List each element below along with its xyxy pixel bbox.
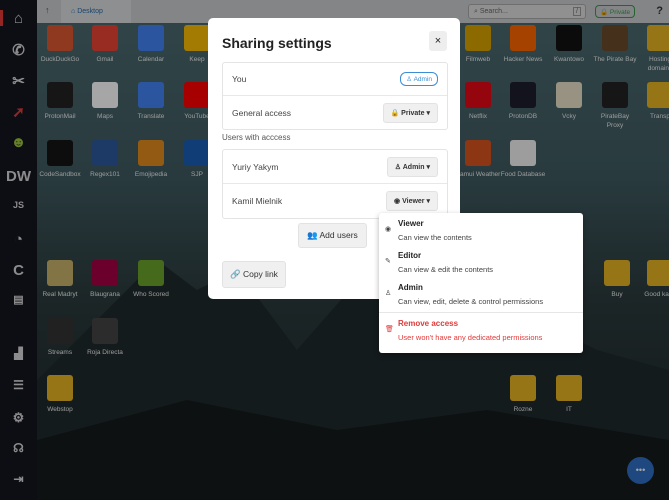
you-row: You ♙ Admin xyxy=(223,63,447,96)
you-role: Admin xyxy=(413,76,432,83)
menu-item-desc: User won't have any dedicated permission… xyxy=(398,333,543,342)
you-label: You xyxy=(232,74,247,84)
menu-item-viewer[interactable]: ◉ Viewer Can view the contents xyxy=(379,213,583,245)
menu-item-title: Admin xyxy=(398,283,423,292)
access-card: You ♙ Admin General access 🔒 Private ▾ xyxy=(222,62,448,130)
menu-item-remove-access[interactable]: 🗑 Remove access User won't have any dedica… xyxy=(379,313,583,345)
menu-item-desc: Can view the contents xyxy=(398,233,472,242)
close-button[interactable]: × xyxy=(429,31,447,51)
eye-icon: ◉ xyxy=(394,198,401,205)
user-role-dropdown[interactable]: ◉ Viewer ▾ xyxy=(386,191,438,211)
add-users-button[interactable]: 👥 Add users xyxy=(298,223,367,248)
user-role-dropdown[interactable]: ♙ Admin ▾ xyxy=(386,156,438,177)
users-card: Yuriy Yakym ♙ Admin ▾ Kamil Mielnik ◉ View… xyxy=(222,149,448,219)
menu-item-desc: Can view, edit, delete & control permiss… xyxy=(398,297,544,306)
menu-item-editor[interactable]: ✎ Editor Can view & edit the contents xyxy=(379,245,583,277)
user-role: Viewer xyxy=(402,198,425,205)
general-access-dropdown[interactable]: 🔒 Private ▾ xyxy=(382,102,438,123)
eye-icon: ◉ xyxy=(385,226,392,233)
copy-link-label: Copy link xyxy=(242,269,278,279)
link-icon: 🔗 xyxy=(230,269,241,279)
dialog-title: Sharing settings xyxy=(222,35,332,51)
pencil-icon: ✎ xyxy=(385,258,391,265)
role-dropdown-menu: ◉ Viewer Can view the contents ✎ Editor Can … xyxy=(379,213,583,353)
user-row: Yuriy Yakym ♙ Admin ▾ xyxy=(223,150,447,184)
user-name: Kamil Mielnik xyxy=(232,196,283,206)
menu-item-title: Editor xyxy=(398,251,422,260)
user-role: Admin xyxy=(402,163,425,171)
users-icon: 👥 xyxy=(307,230,318,240)
you-role-badge: ♙ Admin xyxy=(400,72,438,86)
users-heading: Users with acccess xyxy=(222,133,291,142)
user-name: Yuriy Yakym xyxy=(232,161,279,172)
admin-icon: ♙ xyxy=(385,290,392,297)
general-access-row: General access 🔒 Private ▾ xyxy=(223,96,447,129)
menu-item-title: Viewer xyxy=(398,219,424,228)
menu-item-desc: Can view & edit the contents xyxy=(398,265,494,274)
add-users-label: Add users xyxy=(319,230,358,240)
menu-item-title: Remove access xyxy=(398,319,459,328)
general-access-label: General access xyxy=(232,107,292,118)
copy-link-button[interactable]: 🔗 Copy link xyxy=(222,261,286,288)
general-access-value: Private xyxy=(401,109,425,117)
trash-icon: 🗑 xyxy=(385,326,394,333)
menu-item-admin[interactable]: ♙ Admin Can view, edit, delete & control p… xyxy=(379,277,583,313)
